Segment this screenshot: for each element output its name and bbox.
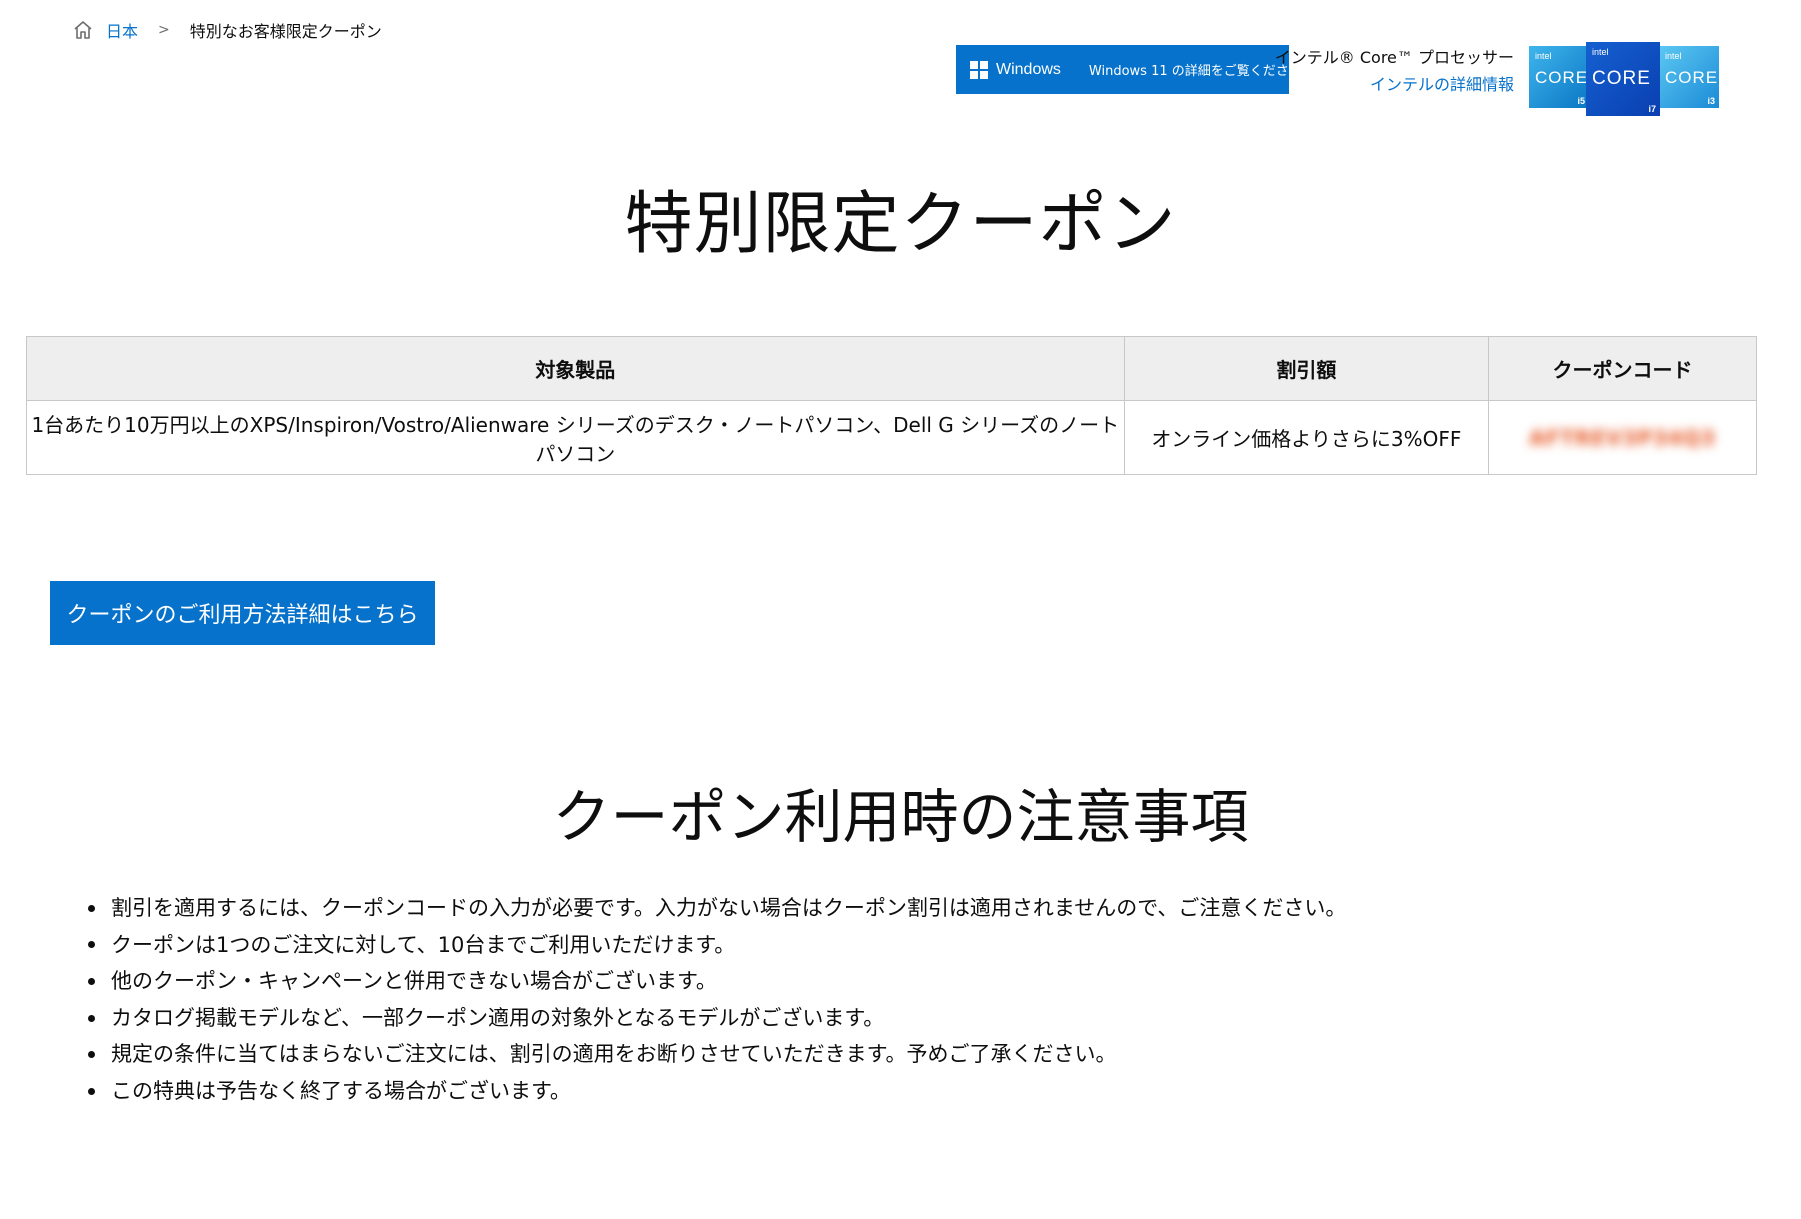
breadcrumb: 日本 > 特別なお客様限定クーポン xyxy=(72,18,382,42)
header-discount: 割引額 xyxy=(1123,336,1490,401)
badge-brand: intel xyxy=(1535,51,1552,61)
bullet-icon xyxy=(88,904,95,912)
badge-brand: intel xyxy=(1592,47,1609,57)
table-header-row: 対象製品 割引額 クーポンコード xyxy=(26,336,1757,401)
list-item: 割引を適用するには、クーポンコードの入力が必要です。入力がない場合はクーポン割引… xyxy=(88,890,1346,927)
coupon-code-value[interactable]: AFTREV3P34Q3 xyxy=(1529,426,1716,450)
windows-banner-text: Windows 11 の詳細をご覧ください xyxy=(1088,64,1302,79)
intel-core-i5-badge: intel CORE i5 xyxy=(1529,46,1589,108)
page: 日本 > 特別なお客様限定クーポン Windows Windows 11 の詳細… xyxy=(0,0,1801,1219)
coupon-table: 対象製品 割引額 クーポンコード 1台あたり10万円以上のXPS/Inspiro… xyxy=(26,336,1757,475)
note-text: クーポンは1つのご注文に対して、10台までご利用いただけます。 xyxy=(111,932,736,957)
windows-11-banner[interactable]: Windows Windows 11 の詳細をご覧ください xyxy=(956,45,1302,94)
windows-logo-icon xyxy=(970,60,988,79)
cell-discount: オンライン価格よりさらに3%OFF xyxy=(1123,400,1490,475)
home-icon[interactable] xyxy=(72,19,94,41)
bullet-icon xyxy=(88,941,95,949)
breadcrumb-current: 特別なお客様限定クーポン xyxy=(189,22,382,41)
intel-core-i3-badge: intel CORE i3 xyxy=(1659,46,1719,108)
coupon-usage-details-button[interactable]: クーポンのご利用方法詳細はこちら xyxy=(50,581,435,645)
intel-core-badges[interactable]: intel CORE i5 intel CORE i3 intel CORE i… xyxy=(1529,42,1719,116)
list-item: クーポンは1つのご注文に対して、10台までご利用いただけます。 xyxy=(88,927,1346,964)
bullet-icon xyxy=(88,1087,95,1095)
badge-brand: intel xyxy=(1665,51,1682,61)
list-item: カタログ掲載モデルなど、一部クーポン適用の対象外となるモデルがございます。 xyxy=(88,1000,1346,1037)
breadcrumb-link-japan[interactable]: 日本 xyxy=(106,18,138,42)
cell-product: 1台あたり10万円以上のXPS/Inspiron/Vostro/Alienwar… xyxy=(26,400,1125,475)
notes-title: クーポン利用時の注意事項 xyxy=(552,783,1249,851)
badge-name: CORE xyxy=(1535,68,1589,87)
note-text: 他のクーポン・キャンペーンと併用できない場合がございます。 xyxy=(111,969,717,994)
list-item: 規定の条件に当てはまらないご注文には、割引の適用をお断りさせていただきます。予め… xyxy=(88,1036,1346,1073)
note-text: カタログ掲載モデルなど、一部クーポン適用の対象外となるモデルがございます。 xyxy=(111,1005,885,1030)
note-text: 規定の条件に当てはまらないご注文には、割引の適用をお断りさせていただきます。予め… xyxy=(111,1042,1117,1067)
page-title: 特別限定クーポン xyxy=(624,185,1177,264)
table-row: 1台あたり10万円以上のXPS/Inspiron/Vostro/Alienwar… xyxy=(26,400,1757,475)
list-item: この特典は予告なく終了する場合がございます。 xyxy=(88,1073,1346,1110)
chevron-right-icon: > xyxy=(158,22,170,38)
note-text: 割引を適用するには、クーポンコードの入力が必要です。入力がない場合はクーポン割引… xyxy=(111,896,1347,920)
badge-name: CORE xyxy=(1592,68,1651,89)
intel-title: インテル® Core™ プロセッサー xyxy=(1274,48,1514,67)
notes-list: 割引を適用するには、クーポンコードの入力が必要です。入力がない場合はクーポン割引… xyxy=(88,890,1346,1110)
badge-gen: i3 xyxy=(1707,96,1715,106)
intel-core-i7-badge: intel CORE i7 xyxy=(1586,42,1660,116)
intel-details-link[interactable]: インテルの詳細情報 xyxy=(1275,71,1514,98)
bullet-icon xyxy=(88,1014,95,1022)
cell-coupon-code[interactable]: AFTREV3P34Q3 xyxy=(1488,400,1757,475)
header-product: 対象製品 xyxy=(26,336,1125,401)
note-text: この特典は予告なく終了する場合がございます。 xyxy=(111,1078,571,1103)
list-item: 他のクーポン・キャンペーンと併用できない場合がございます。 xyxy=(88,963,1346,1000)
bullet-icon xyxy=(88,977,95,985)
intel-info: インテル® Core™ プロセッサー インテルの詳細情報 xyxy=(1275,44,1514,98)
badge-gen: i5 xyxy=(1577,96,1585,106)
badge-name: CORE xyxy=(1665,68,1719,87)
bullet-icon xyxy=(88,1051,95,1059)
header-coupon-code: クーポンコード xyxy=(1488,336,1757,401)
badge-gen: i7 xyxy=(1648,104,1656,114)
windows-brand-text: Windows xyxy=(996,60,1061,78)
